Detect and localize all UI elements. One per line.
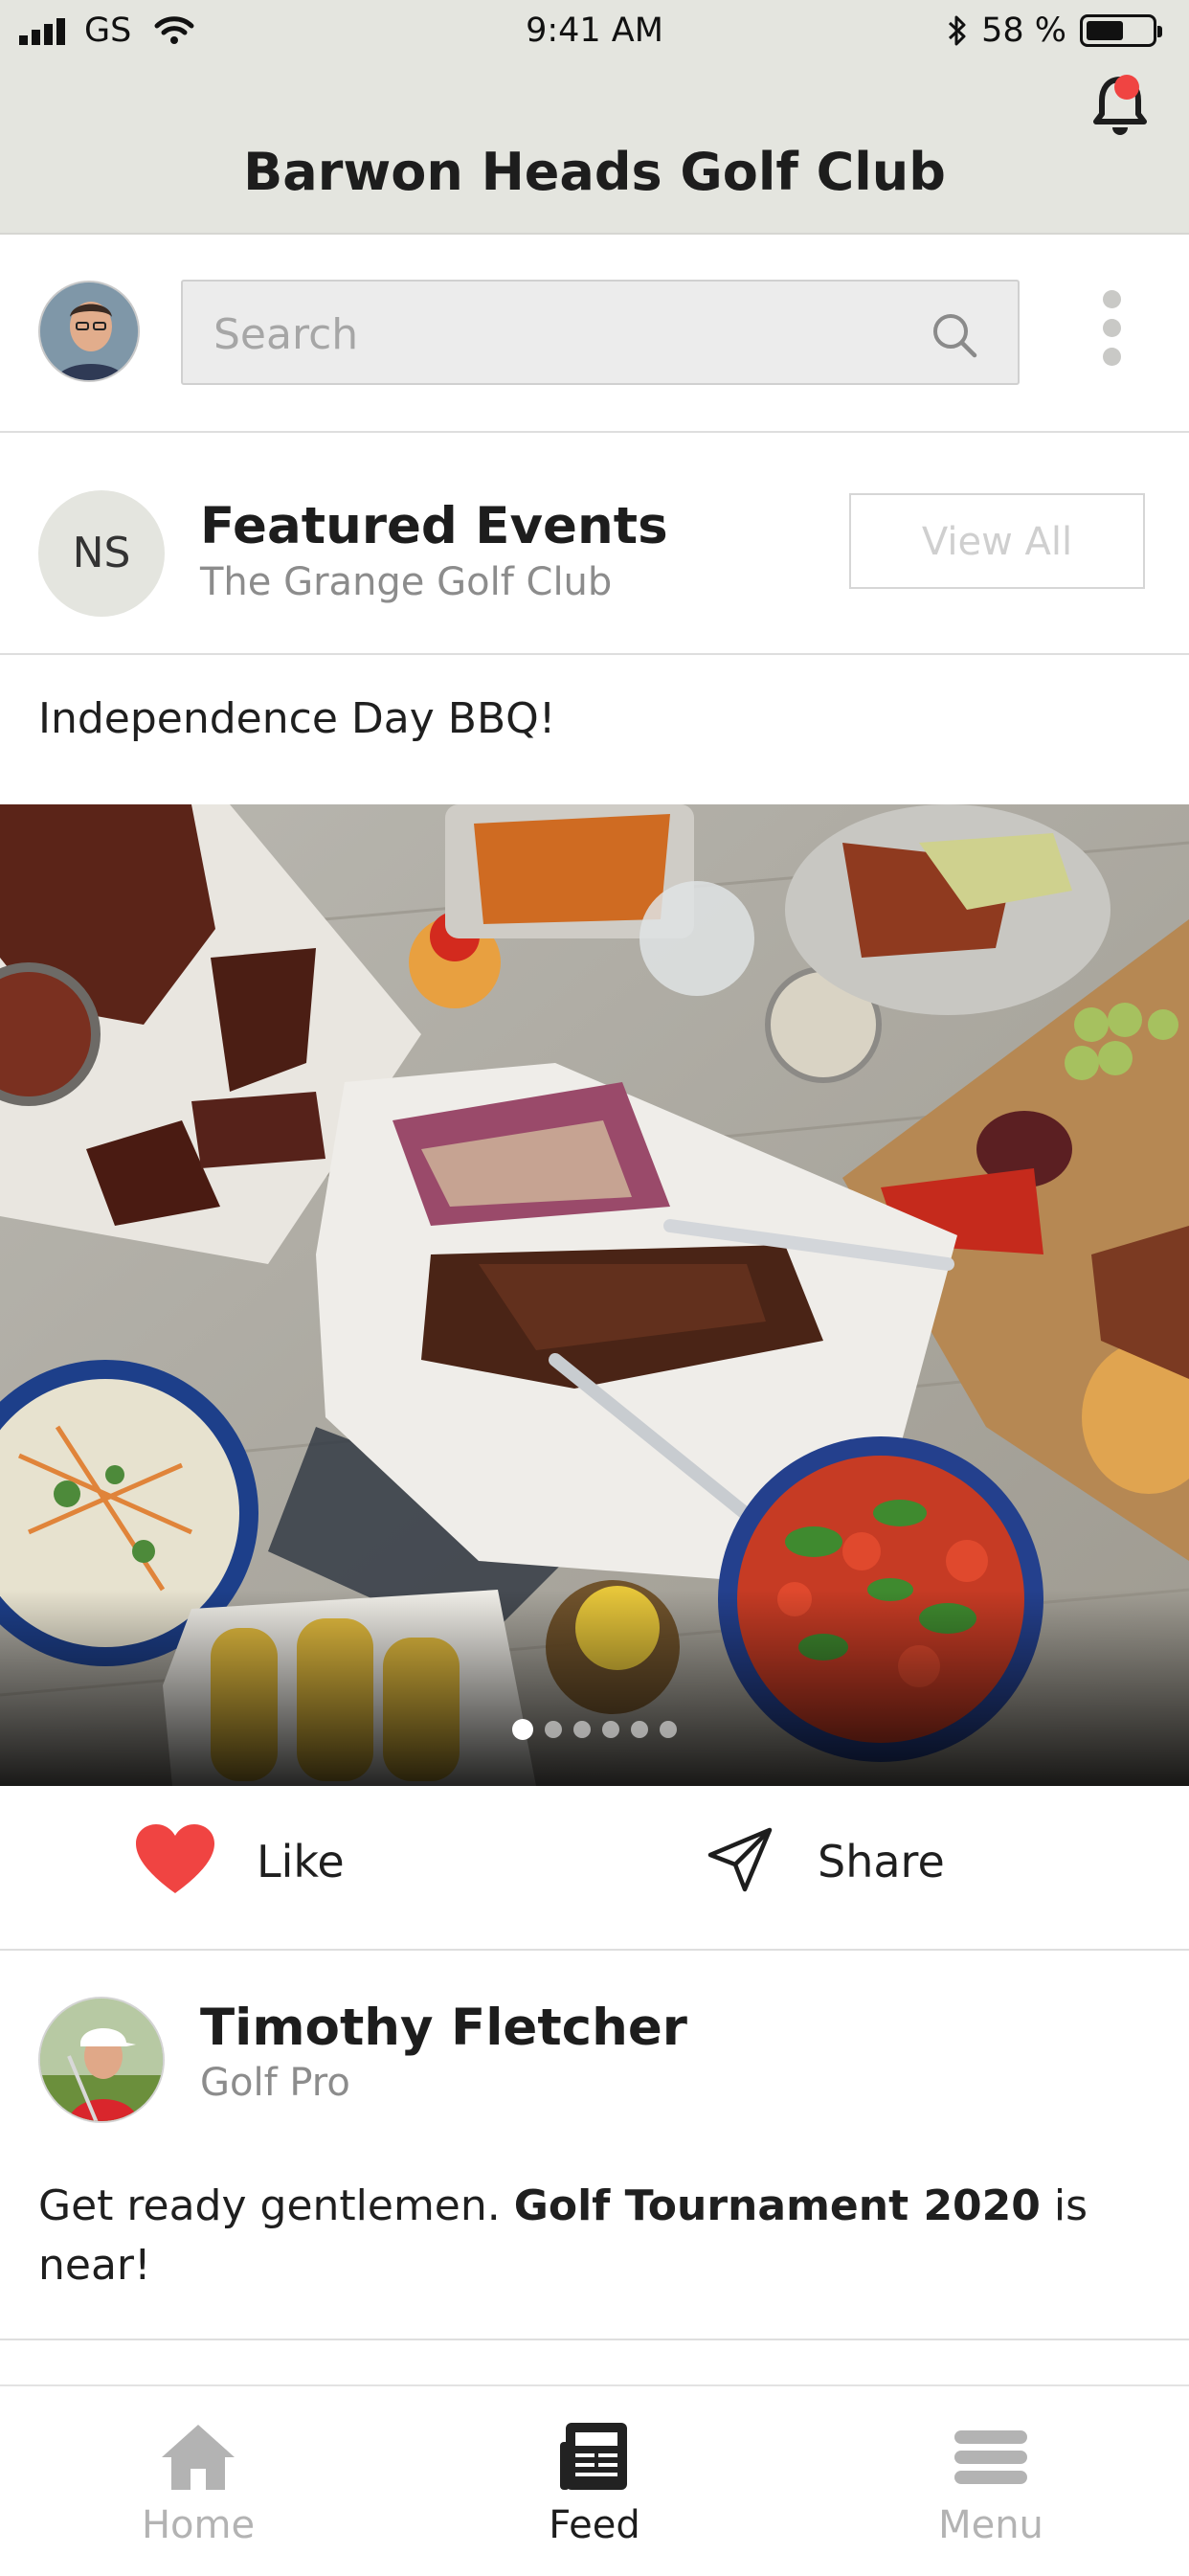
author-avatar[interactable] xyxy=(38,1997,165,2123)
featured-subtitle: The Grange Golf Club xyxy=(200,560,613,604)
view-all-button[interactable]: View All xyxy=(849,493,1145,589)
notification-dot xyxy=(1114,75,1139,100)
carousel-dot[interactable] xyxy=(545,1721,562,1738)
post-actions: Like Share xyxy=(0,1788,1189,1951)
menu-icon xyxy=(954,2430,1027,2484)
tab-home-label: Home xyxy=(141,2503,256,2547)
status-bar: GS 9:41 AM 58 % xyxy=(0,0,1189,65)
bbq-food-image xyxy=(0,804,1189,1786)
battery-percent: 58 % xyxy=(981,11,1066,50)
author-message: Get ready gentlemen. Golf Tournament 202… xyxy=(38,2177,1091,2295)
tab-menu-label: Menu xyxy=(938,2503,1043,2547)
heart-icon[interactable] xyxy=(136,1824,214,1895)
bluetooth-icon xyxy=(949,15,966,46)
user-avatar-image xyxy=(40,282,138,380)
carousel-dot[interactable] xyxy=(631,1721,648,1738)
tab-bar: Home Feed Menu xyxy=(0,2384,1189,2576)
page-title: Barwon Heads Golf Club xyxy=(243,142,946,202)
like-button[interactable]: Like xyxy=(257,1836,345,1887)
tab-home[interactable]: Home xyxy=(0,2386,396,2576)
share-icon[interactable] xyxy=(707,1826,774,1893)
carousel-dots[interactable] xyxy=(512,1719,677,1740)
message-prefix: Get ready gentlemen. xyxy=(38,2181,514,2230)
carousel-dot[interactable] xyxy=(512,1719,533,1740)
share-button[interactable]: Share xyxy=(818,1836,945,1887)
user-avatar[interactable] xyxy=(38,281,140,382)
tab-menu[interactable]: Menu xyxy=(793,2386,1189,2576)
search-row xyxy=(0,235,1189,433)
golfer-photo xyxy=(40,1999,163,2121)
featured-title: Featured Events xyxy=(200,497,668,555)
event-post-text: Independence Day BBQ! xyxy=(38,694,556,743)
nav-bar: Barwon Heads Golf Club xyxy=(0,65,1189,235)
carousel-dot[interactable] xyxy=(602,1721,619,1738)
author-name[interactable]: Timothy Fletcher xyxy=(200,1999,687,2057)
featured-events-header: NS Featured Events The Grange Golf Club … xyxy=(0,433,1189,655)
tab-feed-label: Feed xyxy=(549,2503,640,2547)
message-highlight: Golf Tournament 2020 xyxy=(513,2181,1041,2230)
status-right: 58 % xyxy=(947,11,1162,50)
carousel-dot[interactable] xyxy=(573,1721,591,1738)
author-post: Timothy Fletcher Golf Pro Get ready gent… xyxy=(0,1951,1189,2340)
author-role: Golf Pro xyxy=(200,2061,350,2105)
home-icon xyxy=(162,2425,235,2490)
search-input[interactable] xyxy=(212,305,943,364)
search-box[interactable] xyxy=(181,280,1020,385)
battery-icon xyxy=(1080,14,1162,47)
more-options-icon[interactable] xyxy=(1101,290,1122,376)
carousel-dot[interactable] xyxy=(660,1721,677,1738)
club-initials-avatar[interactable]: NS xyxy=(38,490,165,617)
newspaper-icon xyxy=(560,2423,627,2490)
event-photo[interactable] xyxy=(0,804,1189,1786)
search-icon[interactable] xyxy=(930,310,979,360)
tab-feed[interactable]: Feed xyxy=(396,2386,793,2576)
